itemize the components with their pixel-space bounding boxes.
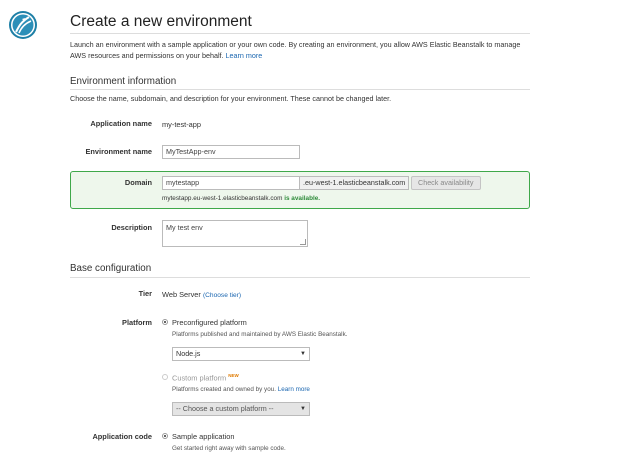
availability-status: is available. — [284, 195, 321, 202]
page-title: Create a new environment — [70, 13, 252, 30]
chevron-down-icon: ▼ — [300, 351, 306, 357]
learn-more-link[interactable]: Learn more — [226, 51, 263, 60]
domain-label: Domain — [124, 178, 152, 187]
chevron-down-icon: ▼ — [300, 406, 306, 412]
custom-platform-label: Custom platform NEW — [172, 373, 239, 383]
application-name-label: Application name — [90, 119, 152, 128]
environment-name-label: Environment name — [85, 147, 152, 156]
check-availability-button[interactable]: Check availability — [411, 176, 481, 190]
preconfigured-platform-radio[interactable] — [162, 319, 168, 325]
description-textarea[interactable]: My test env — [162, 220, 308, 247]
preconfigured-platform-label: Preconfigured platform — [172, 318, 247, 327]
availability-host: mytestapp.eu-west-1.elasticbeanstalk.com — [162, 195, 283, 202]
platform-label: Platform — [122, 318, 152, 327]
application-code-label: Application code — [92, 432, 152, 441]
sample-application-note: Get started right away with sample code. — [172, 445, 286, 452]
description-label: Description — [111, 223, 152, 232]
section-divider — [70, 277, 530, 278]
section-heading-environment-information: Environment information — [70, 76, 177, 87]
availability-message: mytestapp.eu-west-1.elasticbeanstalk.com… — [162, 195, 320, 202]
environment-name-input[interactable]: MyTestApp-env — [162, 145, 300, 159]
tier-label: Tier — [138, 289, 152, 298]
section-description: Choose the name, subdomain, and descript… — [70, 94, 392, 103]
custom-platform-radio[interactable] — [162, 374, 168, 380]
preconfigured-platform-note: Platforms published and maintained by AW… — [172, 331, 348, 338]
section-heading-base-configuration: Base configuration — [70, 263, 152, 274]
sample-application-radio[interactable] — [162, 433, 168, 439]
sample-application-label: Sample application — [172, 432, 235, 441]
application-name-value: my-test-app — [162, 120, 202, 129]
choose-tier-link[interactable]: (Choose tier) — [203, 292, 241, 299]
custom-platform-note: Platforms created and owned by you. Lear… — [172, 386, 310, 393]
custom-platform-select[interactable]: -- Choose a custom platform -- ▼ — [172, 402, 310, 416]
custom-platform-learn-more-link[interactable]: Learn more — [278, 386, 310, 393]
tier-value: Web Server (Choose tier) — [162, 290, 242, 299]
custom-platform-selected-value: -- Choose a custom platform -- — [176, 404, 274, 413]
elastic-beanstalk-logo — [9, 11, 37, 39]
title-divider — [70, 33, 530, 34]
section-divider — [70, 89, 530, 90]
domain-suffix: .eu-west-1.elasticbeanstalk.com — [300, 176, 410, 190]
description-text: My test env — [166, 223, 203, 232]
platform-selected-value: Node.js — [176, 349, 201, 358]
resize-handle-icon[interactable] — [300, 239, 306, 245]
platform-select[interactable]: Node.js ▼ — [172, 347, 310, 361]
page-intro: Launch an environment with a sample appl… — [70, 40, 521, 60]
new-badge: NEW — [228, 373, 239, 378]
domain-input[interactable]: mytestapp — [162, 176, 300, 190]
